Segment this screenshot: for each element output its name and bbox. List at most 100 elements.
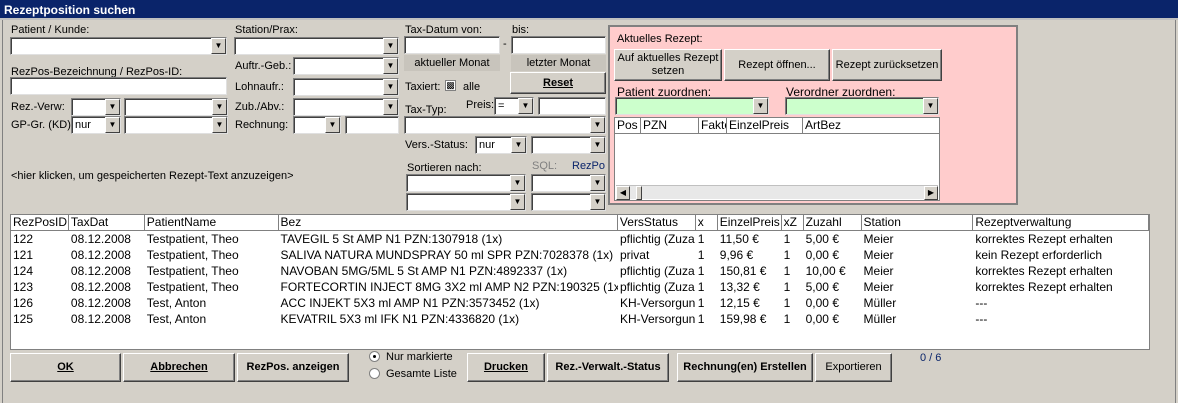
lohnaufr-combo[interactable]: ▼ [293,78,399,96]
rezpos-anzeigen-button[interactable]: RezPos. anzeigen [237,353,349,382]
table-cell: 1 [697,264,705,278]
gp-gr-combo-2[interactable]: ▼ [124,116,228,134]
rez-verw-combo-1[interactable]: ▼ [71,98,121,116]
rez-verw-combo-2[interactable]: ▼ [124,98,228,116]
col-header-6[interactable]: EinzelPreis [718,215,782,230]
table-cell: privat [619,248,650,262]
table-row[interactable]: 123 08.12.2008 Testpatient, Theo FORTECORTI… [11,279,1149,295]
table-cell: KH-Versorgun [619,312,696,326]
chevron-down-icon[interactable]: ▼ [105,117,120,133]
exportieren-button[interactable]: Exportieren [815,353,892,382]
table-cell: 0,00 € [805,296,839,310]
chevron-down-icon[interactable]: ▼ [383,79,398,95]
col-header-1[interactable]: TaxDat [69,215,145,230]
col-header-3[interactable]: Bez [279,215,618,230]
col-header-7[interactable]: xZ [782,215,804,230]
tax-von-input[interactable] [404,36,500,54]
drucken-button[interactable]: Drucken [467,353,545,382]
table-cell: KEVATRIL 5X3 ml IFK N1 PZN:4336820 (1x) [280,312,520,326]
table-cell: korrektes Rezept erhalten [975,280,1113,294]
rezept-text-link[interactable]: <hier klicken, um gespeicherten Rezept-T… [11,170,294,182]
chevron-down-icon[interactable]: ▼ [211,38,226,54]
gesamte-liste-radio[interactable] [369,368,380,379]
auf-aktuelles-rezept-button[interactable]: Auf aktuelles Rezept setzen [614,49,722,81]
chevron-down-icon[interactable]: ▼ [510,194,525,210]
results-table[interactable]: RezPosID TaxDat PatientName Bez VersStatus x E… [10,214,1150,350]
chevron-down-icon[interactable]: ▼ [511,137,526,153]
col-pzn[interactable]: PZN [641,118,699,133]
ok-button[interactable]: OK [10,353,121,382]
vers-status-combo[interactable]: nur ▼ [475,136,527,154]
horizontal-scrollbar[interactable]: ◀ ▶ [616,185,938,200]
rechnung-erstellen-button[interactable]: Rechnung(en) Erstellen [677,353,813,382]
scroll-right-icon[interactable]: ▶ [924,186,938,200]
bis-input[interactable] [511,36,606,54]
col-header-0[interactable]: RezPosID [11,215,69,230]
col-header-10[interactable]: Rezeptverwaltung [973,215,1149,230]
abbrechen-button[interactable]: Abbrechen [123,353,235,382]
rezept-positions-grid[interactable]: Pos PZN Fakto EinzelPreis ArtBez ◀ ▶ [614,117,940,201]
scroll-left-icon[interactable]: ◀ [616,186,630,200]
col-header-8[interactable]: Zuzahl [804,215,862,230]
col-fakto[interactable]: Fakto [699,118,727,133]
col-header-9[interactable]: Station [862,215,974,230]
sortieren-label: Sortieren nach: [407,162,482,174]
chevron-down-icon[interactable]: ▼ [590,194,605,210]
col-header-2[interactable]: PatientName [145,215,279,230]
table-cell: 12,15 € [719,296,760,310]
chevron-down-icon[interactable]: ▼ [212,99,227,115]
nur-markierte-radio[interactable] [369,351,380,362]
table-row[interactable]: 125 08.12.2008 Test, Anton KEVATRIL 5X3 ml … [11,311,1149,327]
verordner-zuordnen-combo[interactable]: ▼ [785,97,939,115]
preis-op-combo[interactable]: = ▼ [494,97,534,115]
chevron-down-icon[interactable]: ▼ [518,98,533,114]
rezept-oeffnen-button[interactable]: Rezept öffnen... [724,49,830,81]
table-cell: 1 [783,248,791,262]
preis-input[interactable] [538,97,606,115]
tax-typ-combo[interactable]: ▼ [404,116,606,134]
vers-status-combo-2[interactable]: ▼ [531,136,606,154]
letzter-monat-button[interactable]: letzter Monat [511,55,606,71]
sort-dir-combo-2[interactable]: ▼ [531,193,606,211]
rechnung-combo[interactable]: ▼ [293,116,341,134]
scroll-thumb[interactable] [636,186,642,200]
col-einzelpreis[interactable]: EinzelPreis [727,118,803,133]
sort-combo-1[interactable]: ▼ [406,174,526,192]
table-row[interactable]: 122 08.12.2008 Testpatient, Theo TAVEGIL 5 … [11,231,1149,247]
reset-button[interactable]: Reset [510,72,606,94]
col-pos[interactable]: Pos [615,118,641,133]
sort-combo-2[interactable]: ▼ [406,193,526,211]
chevron-down-icon[interactable]: ▼ [325,117,340,133]
chevron-down-icon[interactable]: ▼ [383,58,398,74]
rez-verwalt-status-button[interactable]: Rez.-Verwalt.-Status [547,353,669,382]
col-artbez[interactable]: ArtBez [803,118,937,133]
chevron-down-icon[interactable]: ▼ [590,137,605,153]
auftr-geb-combo[interactable]: ▼ [293,57,399,75]
chevron-down-icon[interactable]: ▼ [590,117,605,133]
gp-gr-combo[interactable]: nur ▼ [71,116,121,134]
sort-dir-combo-1[interactable]: ▼ [531,174,606,192]
patient-zuordnen-combo[interactable]: ▼ [615,97,769,115]
chevron-down-icon[interactable]: ▼ [510,175,525,191]
table-row[interactable]: 121 08.12.2008 Testpatient, Theo SALIVA NAT… [11,247,1149,263]
table-row[interactable]: 126 08.12.2008 Test, Anton ACC INJEKT 5X3 m… [11,295,1149,311]
chevron-down-icon[interactable]: ▼ [590,175,605,191]
chevron-down-icon[interactable]: ▼ [383,38,398,54]
chevron-down-icon[interactable]: ▼ [753,98,768,114]
chevron-down-icon[interactable]: ▼ [923,98,938,114]
rezpos-bez-input[interactable] [10,77,227,95]
patient-combo[interactable]: ▼ [10,37,227,55]
table-row[interactable]: 124 08.12.2008 Testpatient, Theo NAVOBAN 5M… [11,263,1149,279]
col-header-4[interactable]: VersStatus [618,215,696,230]
rezept-zuruecksetzen-button[interactable]: Rezept zurücksetzen [832,49,942,81]
zub-abv-combo[interactable]: ▼ [293,98,399,116]
table-cell: 08.12.2008 [70,248,131,262]
col-header-5[interactable]: x [696,215,718,230]
aktueller-monat-button[interactable]: aktueller Monat [404,55,500,71]
station-combo[interactable]: ▼ [234,37,399,55]
chevron-down-icon[interactable]: ▼ [383,99,398,115]
rechnung-input[interactable] [345,116,399,134]
chevron-down-icon[interactable]: ▼ [212,117,227,133]
taxiert-checkbox[interactable]: ▩ [445,80,456,91]
chevron-down-icon[interactable]: ▼ [105,99,120,115]
